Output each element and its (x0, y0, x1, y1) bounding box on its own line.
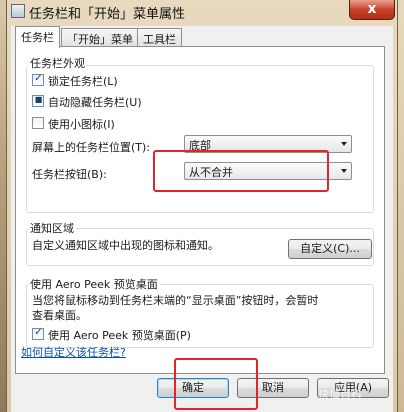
chevron-down-icon (341, 169, 347, 173)
autohide-label: 自动隐藏任务栏(U) (48, 96, 142, 109)
aero-description-line2: 查看桌面。 (32, 309, 87, 322)
aero-peek-checkbox[interactable]: ✓ (32, 327, 44, 340)
help-link[interactable]: 如何自定义该任务栏? (21, 344, 126, 360)
dialog-client-area: 任务栏 「开始」菜单 工具栏 任务栏外观 ✓ 锁定任务栏(L) ■ 自动隐藏任务… (11, 26, 393, 412)
small-icons-label: 使用小图标(I) (48, 118, 115, 131)
taskbar-buttons-label: 任务栏按钮(B): (32, 168, 107, 181)
notify-description: 自定义通知区域中出现的图标和通知。 (32, 239, 219, 252)
title-bar[interactable]: 任务栏和「开始」菜单属性 x (7, 0, 397, 24)
watermark-text: 快懂百科 (318, 388, 362, 401)
notify-heading: 通知区域 (28, 220, 76, 236)
aero-description-line1: 当您将鼠标移动到任务栏末端的“显示桌面”按钮时，会暂时 (32, 294, 319, 307)
chevron-down-icon (341, 142, 347, 146)
check-icon: ✓ (34, 73, 43, 84)
lock-taskbar-label: 锁定任务栏(L) (48, 75, 118, 88)
tab-panel-taskbar: 任务栏外观 ✓ 锁定任务栏(L) ■ 自动隐藏任务栏(U) 使用小图标(I) 屏… (15, 46, 385, 374)
desktop-background-right (398, 0, 404, 412)
aero-heading: 使用 Aero Peek 预览桌面 (28, 276, 160, 292)
close-button[interactable]: x (349, 0, 395, 20)
tab-taskbar[interactable]: 任务栏 (15, 26, 60, 48)
annotation-highlight-buttons-dropdown (153, 150, 329, 192)
autohide-checkbox[interactable]: ■ (32, 95, 44, 107)
aero-peek-label: 使用 Aero Peek 预览桌面(P) (48, 329, 191, 342)
appearance-heading: 任务栏外观 (28, 55, 87, 71)
check-icon: ✓ (34, 327, 43, 338)
properties-dialog: 任务栏和「开始」菜单属性 x 任务栏 「开始」菜单 工具栏 任务栏外观 ✓ 锁定… (6, 0, 398, 412)
annotation-highlight-ok-button (174, 358, 258, 410)
tab-start-menu[interactable]: 「开始」菜单 (61, 28, 139, 47)
position-label: 屏幕上的任务栏位置(T): (32, 141, 151, 154)
lock-taskbar-checkbox[interactable]: ✓ (32, 73, 44, 86)
window-title: 任务栏和「开始」菜单属性 (29, 7, 186, 22)
customize-notify-button[interactable]: 自定义(C)... (288, 239, 372, 259)
window-app-icon (11, 4, 25, 18)
tab-toolbars[interactable]: 工具栏 (137, 28, 182, 47)
small-icons-checkbox[interactable] (32, 117, 44, 129)
indeterminate-square-icon: ■ (34, 95, 43, 104)
